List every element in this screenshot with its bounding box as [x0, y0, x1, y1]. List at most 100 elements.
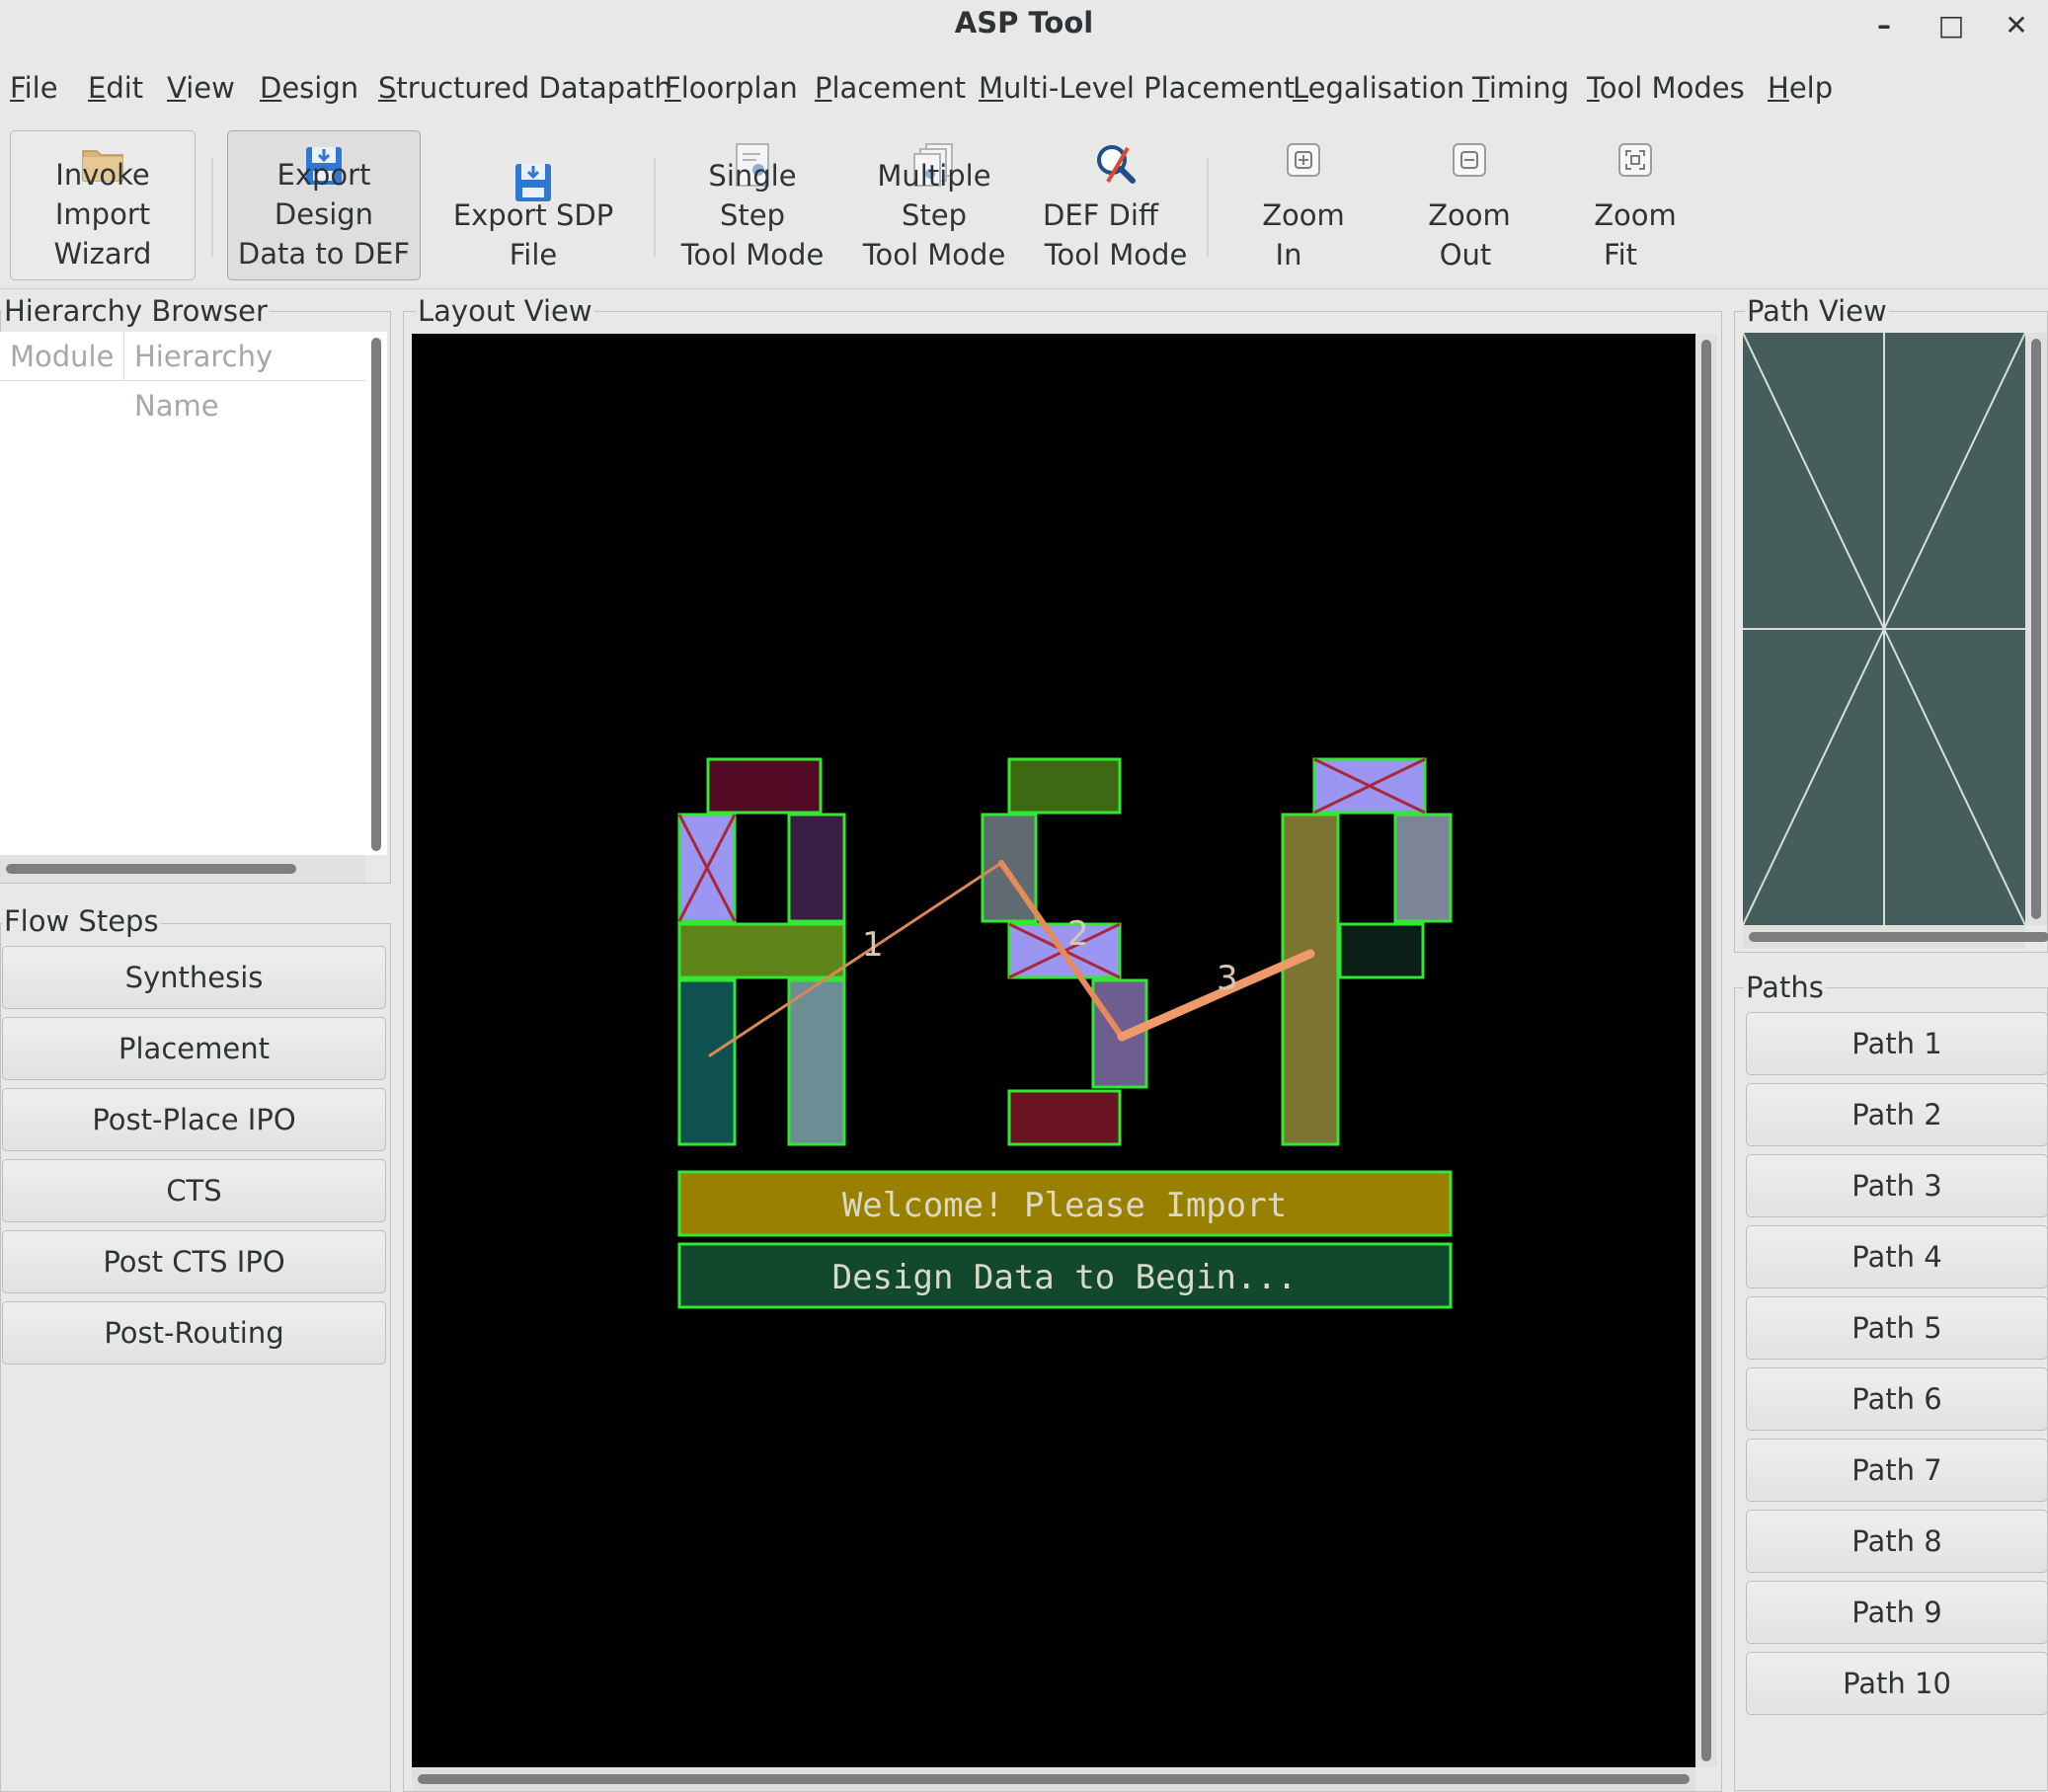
magnifier-icon — [1092, 142, 1140, 197]
multiple-step-tool-mode-button[interactable]: Multiple Step Tool Mode — [843, 130, 1025, 280]
flow-step-post-place-ipo-button[interactable]: Post-Place IPO — [2, 1088, 386, 1151]
toolbar-separator — [211, 158, 213, 257]
scrollbar-thumb[interactable] — [418, 1774, 1690, 1784]
menu-mnemonic: F — [665, 71, 681, 105]
layout-canvas[interactable]: 1 2 3 Welcome! Please Import Design Data… — [412, 334, 1695, 1767]
menu-mnemonic: S — [378, 71, 397, 105]
path-view-vertical-scrollbar[interactable] — [2025, 333, 2047, 925]
menu-label: ool Modes — [1599, 71, 1745, 105]
path-label-3: 3 — [1217, 959, 1238, 998]
menu-tool-modes[interactable]: Tool Modes — [1587, 71, 1745, 105]
flow-steps-title: Flow Steps — [2, 904, 161, 938]
def-diff-tool-mode-button[interactable]: DEF Diff Tool Mode — [1037, 130, 1195, 280]
path-8-button[interactable]: Path 8 — [1746, 1510, 2048, 1573]
path-2-button[interactable]: Path 2 — [1746, 1083, 2048, 1146]
window-title: ASP Tool — [954, 6, 1094, 39]
menu-mnemonic: V — [167, 71, 187, 105]
menu-label: iew — [186, 71, 235, 105]
cell — [677, 922, 846, 979]
hierarchy-tree[interactable]: Module Hierarchy Name — [0, 332, 387, 855]
flow-step-cts-button[interactable]: CTS — [2, 1159, 386, 1222]
menu-structured-datapath[interactable]: Structured Datapath — [378, 71, 672, 105]
invoke-import-wizard-button[interactable]: Invoke Import Wizard — [10, 130, 196, 280]
minimize-button[interactable]: – — [1864, 6, 1904, 45]
hierarchy-browser-title: Hierarchy Browser — [2, 294, 270, 328]
column-header-module[interactable]: Module — [0, 332, 124, 381]
toolbar-label: Tool Mode — [1044, 238, 1188, 272]
flow-step-post-routing-button[interactable]: Post-Routing — [2, 1301, 386, 1364]
scrollbar-thumb[interactable] — [371, 338, 381, 851]
toolbar-label: Multiple Step — [877, 159, 991, 232]
scrollbar-thumb[interactable] — [2031, 339, 2041, 919]
path-view-placeholder — [1742, 332, 2026, 926]
path-1-button[interactable]: Path 1 — [1746, 1012, 2048, 1075]
cell — [706, 757, 823, 815]
menu-edit[interactable]: Edit — [88, 71, 143, 105]
menu-floorplan[interactable]: Floorplan — [665, 71, 798, 105]
menu-placement[interactable]: Placement — [815, 71, 966, 105]
hierarchy-horizontal-scrollbar[interactable] — [0, 855, 365, 883]
path-3-button[interactable]: Path 3 — [1746, 1154, 2048, 1217]
scrollbar-thumb[interactable] — [1749, 932, 2048, 942]
toolbar-label: Single Step — [708, 159, 797, 232]
path-view-canvas[interactable] — [1742, 332, 2026, 926]
menu-mnemonic: T — [1472, 71, 1489, 105]
menu-view[interactable]: View — [167, 71, 235, 105]
menu-mnemonic: F — [10, 71, 25, 105]
toolbar-separator — [654, 158, 656, 257]
export-sdp-file-button[interactable]: Export SDP File — [431, 130, 636, 280]
cell — [1007, 757, 1122, 815]
welcome-banner-line2: Design Data to Begin... — [832, 1258, 1298, 1297]
menu-mnemonic: L — [1293, 71, 1308, 105]
toolbar-label: Wizard — [53, 237, 152, 271]
menu-mnemonic: M — [979, 71, 1004, 105]
toolbar-label: Fit — [1604, 238, 1637, 272]
menu-bar: File Edit View Design Structured Datapat… — [0, 63, 2048, 118]
flow-step-synthesis-button[interactable]: Synthesis — [2, 946, 386, 1009]
toolbar-label: Zoom — [1428, 198, 1511, 232]
zoom-in-icon — [1286, 142, 1321, 188]
menu-file[interactable]: File — [10, 71, 58, 105]
path-7-button[interactable]: Path 7 — [1746, 1439, 2048, 1502]
close-button[interactable]: ✕ — [1997, 6, 2036, 45]
path-view-title: Path View — [1745, 294, 1889, 328]
path-9-button[interactable]: Path 9 — [1746, 1581, 2048, 1644]
column-header-hierarchy-name[interactable]: Hierarchy Name — [124, 332, 365, 423]
toolbar-label: Tool Mode — [862, 238, 1006, 272]
zoom-in-button[interactable]: Zoom In — [1224, 130, 1382, 280]
title-bar: ASP Tool – □ ✕ — [0, 0, 2048, 51]
paths-title: Paths — [1744, 971, 1826, 1004]
toolbar-separator — [1207, 158, 1209, 257]
zoom-fit-button[interactable]: Zoom Fit — [1556, 130, 1714, 280]
path-6-button[interactable]: Path 6 — [1746, 1367, 2048, 1431]
path-10-button[interactable]: Path 10 — [1746, 1652, 2048, 1715]
menu-multi-level-placement[interactable]: Multi-Level Placement — [979, 71, 1295, 105]
zoom-out-button[interactable]: Zoom Out — [1390, 130, 1548, 280]
toolbar-label: Export Design — [274, 158, 374, 231]
toolbar-label: Data to DEF — [237, 237, 411, 271]
scrollbar-thumb[interactable] — [1701, 340, 1711, 1761]
path-4-button[interactable]: Path 4 — [1746, 1225, 2048, 1288]
single-step-tool-mode-button[interactable]: Single Step Tool Mode — [673, 130, 831, 280]
layout-vertical-scrollbar[interactable] — [1695, 334, 1717, 1767]
layout-horizontal-scrollbar[interactable] — [412, 1767, 1695, 1791]
scrollbar-thumb[interactable] — [6, 864, 296, 874]
toolbar-label: Export SDP File — [452, 198, 614, 272]
path-label-2: 2 — [1067, 914, 1089, 954]
menu-timing[interactable]: Timing — [1472, 71, 1569, 105]
menu-help[interactable]: Help — [1768, 71, 1833, 105]
cell — [1007, 1089, 1122, 1146]
flow-step-placement-button[interactable]: Placement — [2, 1017, 386, 1080]
cell — [677, 978, 737, 1146]
menu-label: loorplan — [680, 71, 798, 105]
hierarchy-vertical-scrollbar[interactable] — [365, 332, 387, 855]
menu-mnemonic: D — [260, 71, 282, 105]
path-view-horizontal-scrollbar[interactable] — [1743, 925, 2048, 949]
maximize-button[interactable]: □ — [1931, 6, 1971, 45]
menu-legalisation[interactable]: Legalisation — [1293, 71, 1464, 105]
menu-design[interactable]: Design — [260, 71, 358, 105]
flow-step-post-cts-ipo-button[interactable]: Post CTS IPO — [2, 1230, 386, 1293]
layout-drawing: 1 2 3 Welcome! Please Import Design Data… — [677, 757, 1453, 1309]
export-design-data-to-def-button[interactable]: Export Design Data to DEF — [227, 130, 421, 280]
path-5-button[interactable]: Path 5 — [1746, 1296, 2048, 1360]
